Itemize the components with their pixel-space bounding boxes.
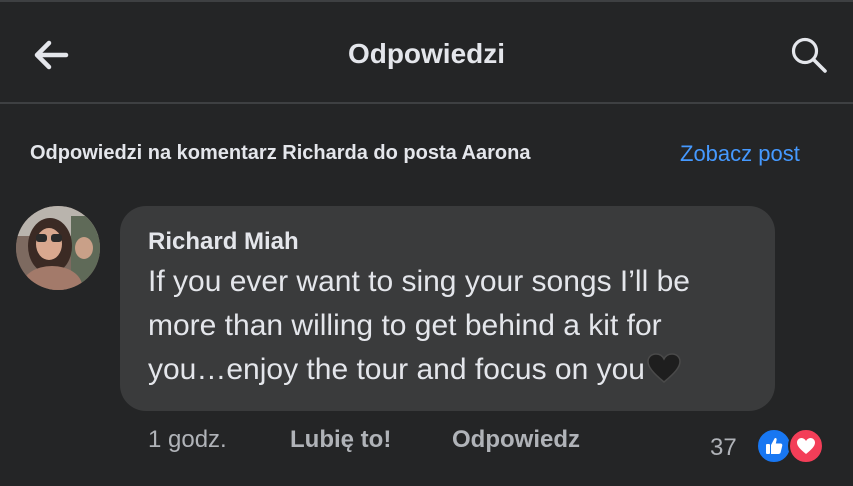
reactions-summary[interactable] [756, 426, 826, 464]
like-reaction-icon [756, 428, 792, 464]
reply-button[interactable]: Odpowiedz [452, 426, 580, 454]
comment-bubble: Richard Miah If you ever want to sing yo… [120, 206, 775, 411]
search-icon [791, 37, 827, 73]
top-bar: Odpowiedzi [0, 0, 853, 104]
avatar[interactable] [16, 206, 100, 290]
search-button[interactable] [786, 32, 832, 78]
comment-timestamp: 1 godz. [148, 426, 227, 453]
comment-text-container: If you ever want to sing your songs I’ll… [148, 260, 747, 396]
love-reaction-icon [788, 428, 824, 464]
avatar-image [16, 206, 100, 290]
like-button[interactable]: Lubię to! [290, 426, 391, 454]
page-title: Odpowiedzi [347, 38, 506, 69]
see-post-link[interactable]: Zobacz post [680, 141, 800, 167]
reply-context-label: Odpowiedzi na komentarz Richarda do post… [30, 142, 531, 164]
comment-author[interactable]: Richard Miah [148, 228, 299, 256]
black-heart-icon [647, 352, 681, 396]
comment-actions: 1 godz. Lubię to! Odpowiedz 37 [0, 426, 853, 464]
reaction-count: 37 [710, 434, 737, 461]
comment-text: If you ever want to sing your songs I’ll… [148, 265, 690, 386]
